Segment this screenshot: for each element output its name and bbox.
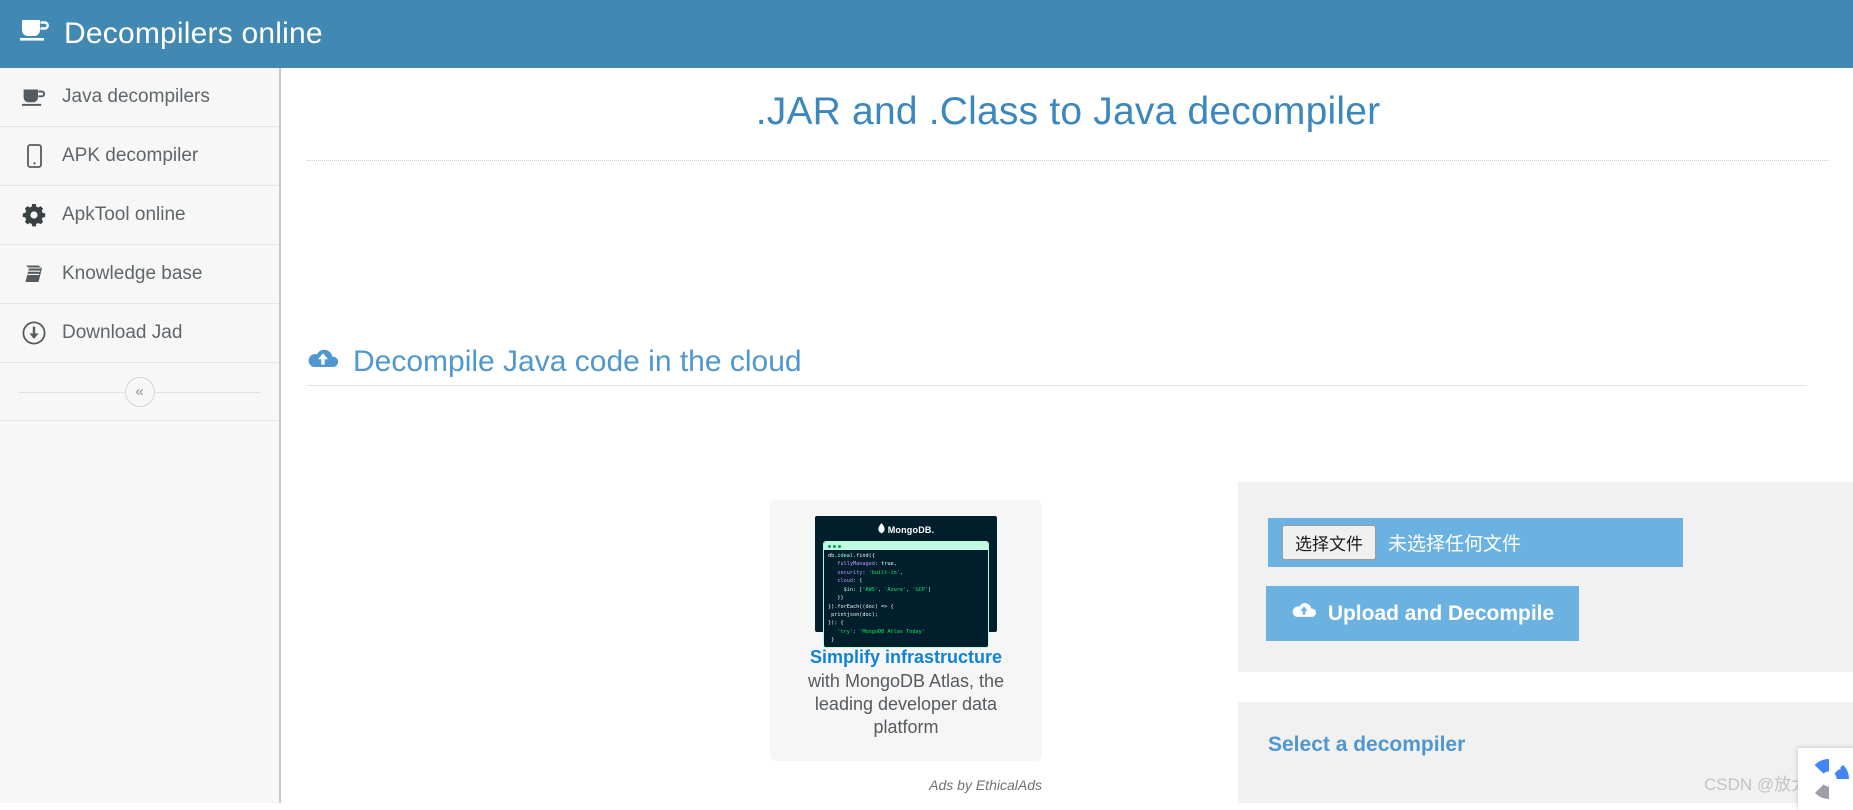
mongodb-leaf-icon xyxy=(878,523,885,536)
page-title: .JAR and .Class to Java decompiler xyxy=(755,90,1381,133)
file-status-label: 未选择任何文件 xyxy=(1388,533,1522,555)
file-input[interactable]: 选择文件 未选择任何文件 xyxy=(1268,518,1683,567)
sidebar-item-label: Download Jad xyxy=(62,322,183,343)
ad-code-text: db.ideal.find({ fullyManaged: true, secu… xyxy=(828,553,932,644)
choose-file-button[interactable]: 选择文件 xyxy=(1282,525,1376,560)
section-heading-label: Decompile Java code in the cloud xyxy=(353,345,802,378)
gear-icon xyxy=(14,203,54,227)
coffee-cup-icon xyxy=(14,87,54,108)
section-rule xyxy=(307,385,1807,386)
ad-code-block: db.ideal.find({ fullyManaged: true, secu… xyxy=(823,541,989,648)
upload-panel: 选择文件 未选择任何文件 xyxy=(1238,482,1853,672)
sidebar-item-apktool-online[interactable]: ApkTool online xyxy=(0,186,279,245)
brand[interactable]: Decompilers online xyxy=(0,17,323,51)
app-header: Decompilers online xyxy=(0,0,1853,68)
sidebar-item-label: Java decompilers xyxy=(62,86,210,107)
main-content: .JAR and .Class to Java decompiler Decom… xyxy=(283,68,1853,803)
book-icon xyxy=(14,263,54,285)
brand-title: Decompilers online xyxy=(64,17,323,50)
sidebar-collapse-button[interactable]: « xyxy=(124,376,155,407)
sidebar-item-download-jad[interactable]: Download Jad xyxy=(0,304,279,363)
sidebar-item-label: Knowledge base xyxy=(62,263,203,284)
sidebar-item-label: APK decompiler xyxy=(62,145,199,166)
mongodb-logo: MongoDB. xyxy=(823,523,989,536)
upload-and-decompile-button[interactable]: Upload and Decompile xyxy=(1266,586,1579,641)
decompiler-panel-title: Select a decompiler xyxy=(1268,733,1466,756)
title-separator xyxy=(307,160,1829,161)
mongodb-logo-text: MongoDB. xyxy=(887,524,935,535)
upload-button-label: Upload and Decompile xyxy=(1327,601,1555,625)
coffee-cup-icon xyxy=(20,17,50,51)
cloud-upload-icon xyxy=(307,345,339,379)
sidebar: Java decompilers APK decompiler ApkTool … xyxy=(0,68,281,803)
ad-body: with MongoDB Atlas, the leading develope… xyxy=(807,670,1005,737)
ad-headline[interactable]: Simplify infrastructure xyxy=(784,646,1028,669)
mobile-phone-icon xyxy=(14,144,54,168)
sidebar-item-java-decompilers[interactable]: Java decompilers xyxy=(0,68,279,127)
advertisement[interactable]: MongoDB. db.ideal.find({ fullyManaged: t… xyxy=(770,500,1042,793)
cloud-upload-icon xyxy=(1291,601,1317,626)
download-circle-icon xyxy=(14,321,54,345)
sidebar-item-knowledge-base[interactable]: Knowledge base xyxy=(0,245,279,304)
sidebar-item-apk-decompiler[interactable]: APK decompiler xyxy=(0,127,279,186)
recaptcha-badge-icon[interactable] xyxy=(1798,748,1853,810)
section-heading: Decompile Java code in the cloud xyxy=(307,345,1807,379)
ad-credit[interactable]: Ads by EthicalAds xyxy=(770,777,1042,793)
ad-image: MongoDB. db.ideal.find({ fullyManaged: t… xyxy=(815,516,997,648)
ad-card[interactable]: MongoDB. db.ideal.find({ fullyManaged: t… xyxy=(770,500,1042,761)
chevron-double-left-icon: « xyxy=(135,383,144,400)
sidebar-collapse-row: « xyxy=(0,363,279,421)
sidebar-item-label: ApkTool online xyxy=(62,204,186,225)
window-dots xyxy=(824,542,988,550)
section-heading-wrap: Decompile Java code in the cloud xyxy=(307,345,1807,386)
